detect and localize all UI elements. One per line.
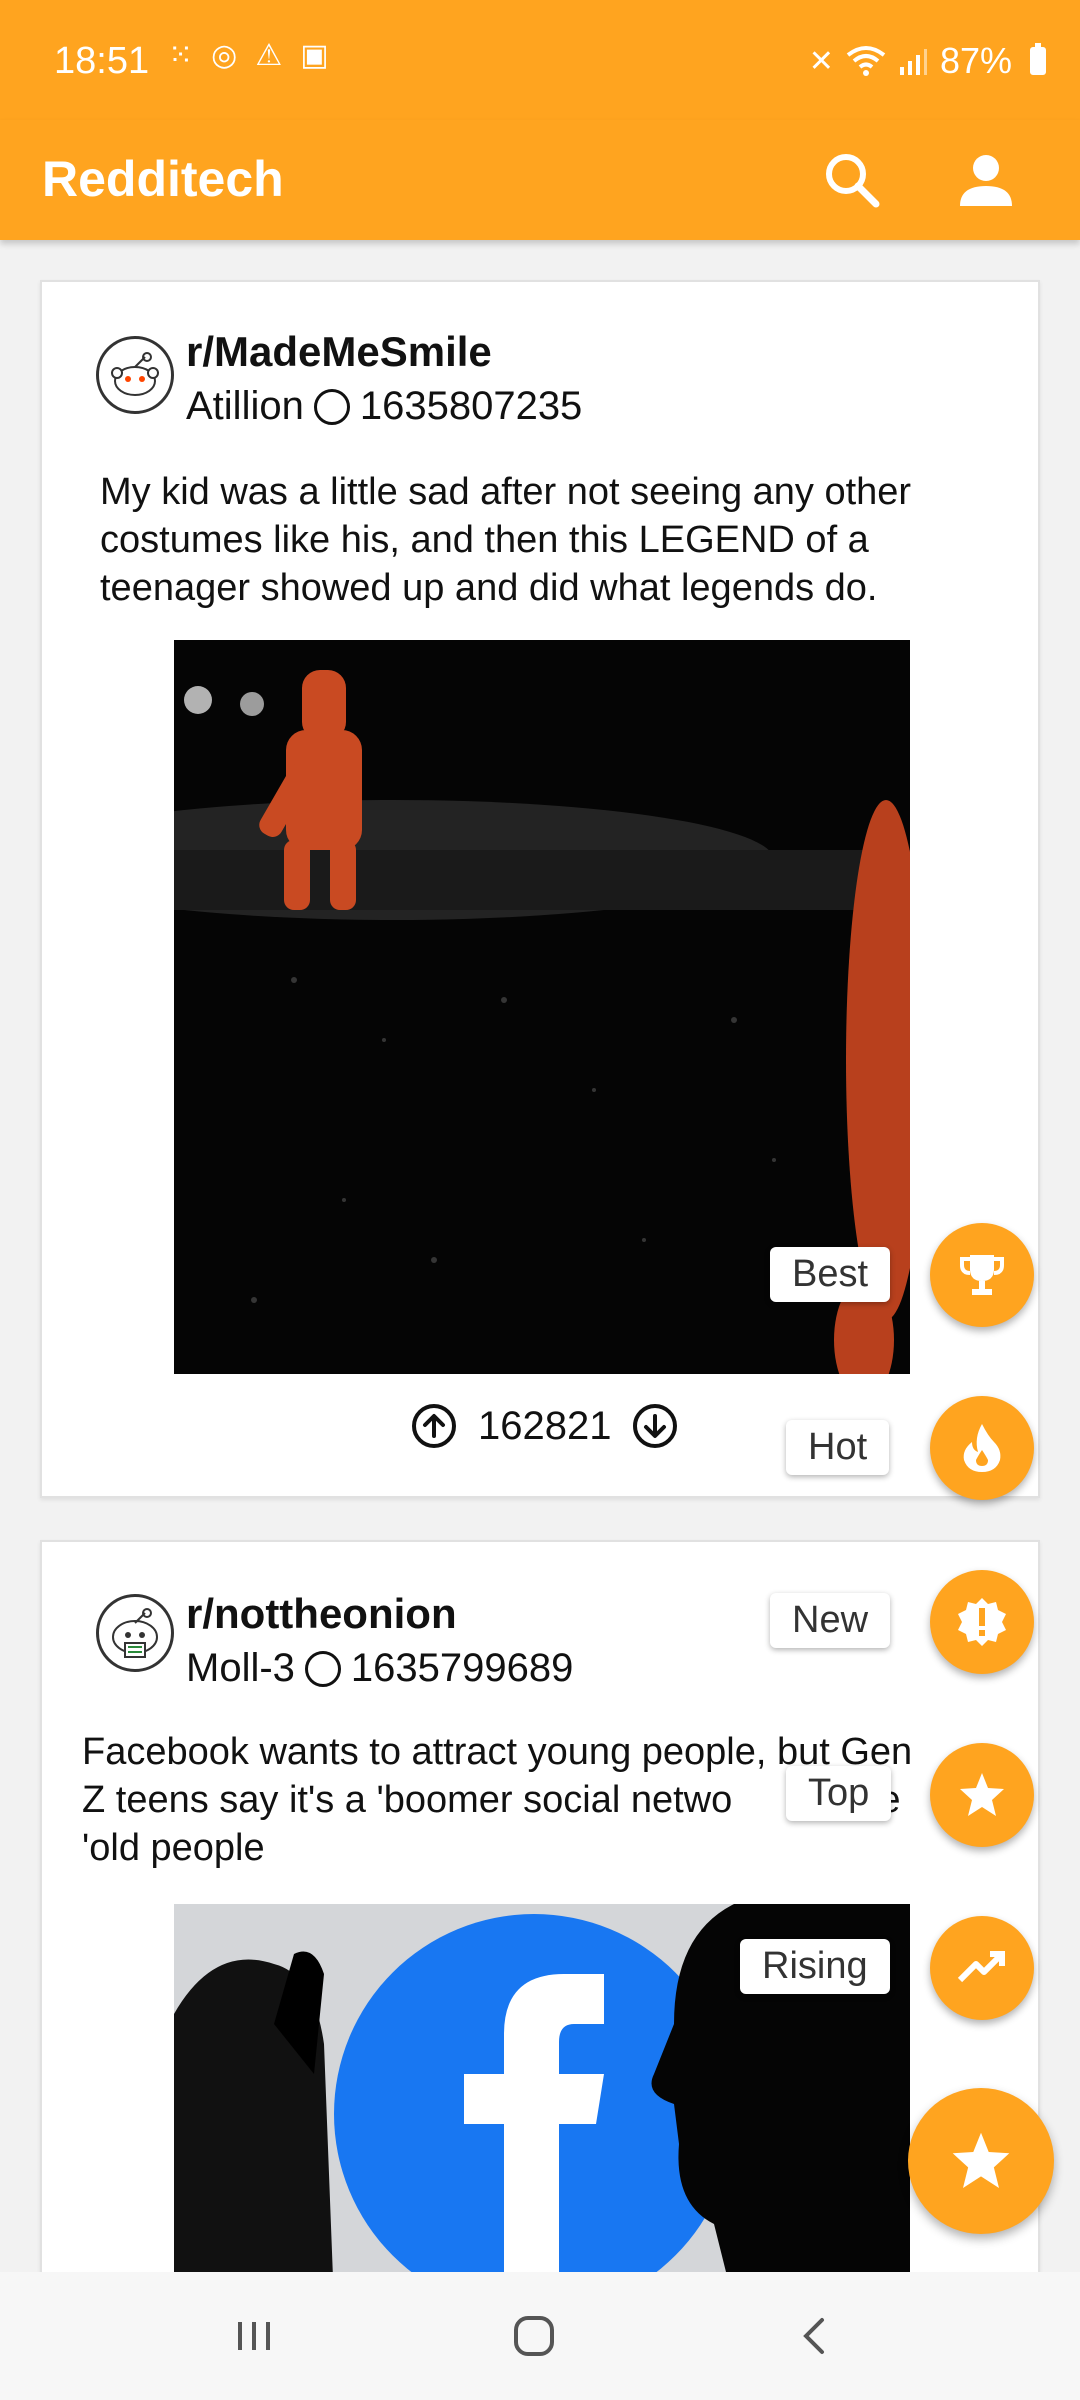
notification-icons: ⁙ ◎ ⚠ ▣ [168,38,329,73]
trending-up-icon [957,1951,1005,1983]
sort-rising-button[interactable] [930,1916,1034,2020]
new-badge-icon [958,1598,1006,1646]
post-author[interactable]: Atillion [186,384,304,429]
post-timestamp: 1635807235 [359,384,583,428]
trophy-icon [960,1255,1004,1295]
app-bar: Redditech [0,120,1080,240]
post-card[interactable]: r/MadeMeSmile Atillion 1635807235 My kid… [40,280,1040,1498]
separator-circle-icon [313,388,350,425]
home-button[interactable] [502,2304,566,2368]
downvote-icon[interactable] [631,1402,679,1450]
sort-label-best[interactable]: Best [770,1247,891,1302]
subreddit-name[interactable]: r/MadeMeSmile [186,328,492,376]
sort-hot-button[interactable] [930,1396,1034,1500]
battery-percent: 87% [939,40,1012,81]
system-nav-bar [0,2272,1080,2400]
app-title: Redditech [42,151,284,207]
post-title-fragment: Z teens say it's a 'boomer social netwo [82,1779,733,1821]
back-button[interactable] [784,2304,848,2368]
star-icon [952,2132,1010,2188]
vote-score: 162821 [478,1403,612,1448]
sort-best-button[interactable] [930,1223,1034,1327]
status-bar: 18:51 ⁙ ◎ ⚠ ▣ ✕ 87% [0,0,1080,120]
sort-label-top[interactable]: Top [786,1766,892,1821]
upvote-icon[interactable] [410,1402,458,1450]
post-meta: Atillion 1635807235 [186,384,582,429]
sort-label-rising[interactable]: Rising [740,1939,890,1994]
sort-label-hot[interactable]: Hot [786,1420,890,1475]
post-title[interactable]: My kid was a little sad after not seeing… [100,468,1000,612]
wifi-icon [846,46,886,76]
battery-icon [1030,43,1046,75]
post-author[interactable]: Moll-3 [186,1646,295,1691]
system-icons: ✕ 87% [809,40,1046,82]
reddit-alien-icon [112,1608,158,1658]
fire-icon [963,1424,1001,1472]
subreddit-avatar[interactable] [96,1594,174,1672]
account-icon [960,155,1012,206]
post-title-line: 'old people [82,1827,265,1869]
star-icon [960,1773,1004,1816]
signal-icon [899,49,927,75]
home-icon [514,2316,554,2356]
search-button[interactable] [810,138,894,222]
subreddit-name[interactable]: r/nottheonion [186,1590,457,1638]
sync-icon: ◎ [211,39,238,72]
reddit-alien-icon [111,352,159,396]
post-meta: Moll-3 1635799689 [186,1646,573,1691]
separator-circle-icon [304,1650,341,1687]
recent-apps-button[interactable] [222,2304,286,2368]
account-button[interactable] [944,138,1028,222]
post-card[interactable]: r/nottheonion Moll-3 1635799689 Facebook… [40,1540,1040,2280]
subreddit-avatar[interactable] [96,336,174,414]
notification-dots-icon: ⁙ [168,39,194,72]
recent-apps-icon [238,2322,270,2350]
status-time: 18:51 [54,40,150,82]
mute-icon: ✕ [808,44,834,78]
warning-icon: ⚠ [255,39,283,72]
image-icon: ▣ [300,39,329,72]
post-timestamp: 1635799689 [350,1646,574,1690]
back-icon [803,2318,824,2354]
sort-new-button[interactable] [930,1570,1034,1674]
sort-label-new[interactable]: New [770,1593,891,1648]
search-icon [826,154,880,208]
vote-bar: 162821 [410,1402,679,1450]
sort-menu-toggle-button[interactable] [908,2088,1054,2234]
sort-top-button[interactable] [930,1743,1034,1847]
